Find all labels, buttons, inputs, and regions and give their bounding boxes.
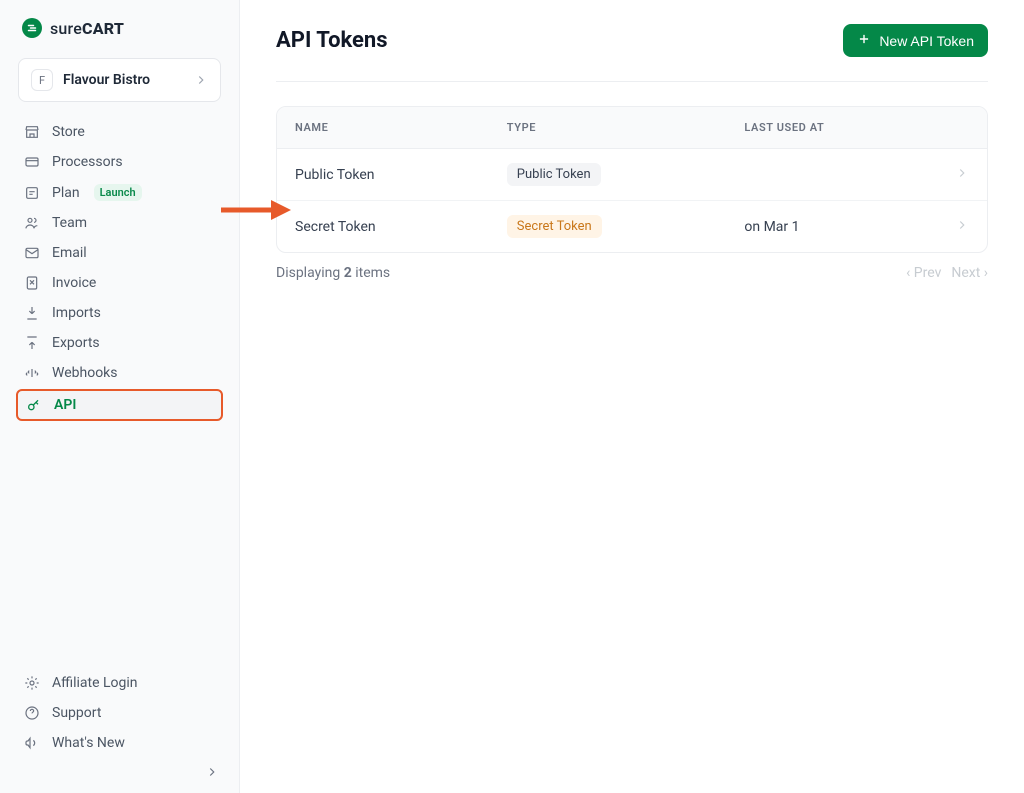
sidebar-item-email[interactable]: Email [16, 239, 223, 267]
token-last-used [726, 149, 937, 201]
page-header: API Tokens New API Token [276, 24, 988, 82]
sidebar-bottom-nav: Affiliate Login Support What's New [0, 669, 239, 757]
email-icon [24, 245, 40, 261]
token-type: Secret Token [489, 201, 727, 253]
chevron-right-icon [205, 765, 219, 779]
sidebar-item-plan[interactable]: Plan Launch [16, 178, 223, 207]
sidebar-item-affiliate[interactable]: Affiliate Login [16, 669, 223, 697]
brand: sureCART [0, 18, 239, 58]
main-content: API Tokens New API Token NAME TYPE LAST … [240, 0, 1024, 793]
sidebar-item-exports[interactable]: Exports [16, 329, 223, 357]
table-row[interactable]: Secret Token Secret Token on Mar 1 [277, 201, 987, 253]
sidebar-item-label: Exports [52, 335, 100, 351]
sidebar-item-label: Store [52, 124, 85, 140]
export-icon [24, 335, 40, 351]
row-chevron [937, 149, 987, 201]
plan-icon [24, 185, 40, 201]
token-type: Public Token [489, 149, 727, 201]
sidebar-item-label: Plan [52, 185, 80, 201]
displaying-count: Displaying 2 items [276, 265, 390, 281]
sidebar-item-label: Invoice [52, 275, 96, 291]
sidebar-item-imports[interactable]: Imports [16, 299, 223, 327]
sidebar-item-processors[interactable]: Processors [16, 148, 223, 176]
sidebar-nav: Store Processors Plan Launch Team Emai [0, 118, 239, 421]
affiliate-icon [24, 675, 40, 691]
sidebar-item-label: Webhooks [52, 365, 118, 381]
team-icon [24, 215, 40, 231]
page-title: API Tokens [276, 28, 388, 53]
sidebar-item-label: Email [52, 245, 87, 261]
pager: ‹ Prev Next › [906, 265, 988, 281]
sidebar-item-label: What's New [52, 735, 125, 751]
sidebar-item-label: Imports [52, 305, 101, 321]
sidebar-item-label: Processors [52, 154, 123, 170]
plus-icon [857, 32, 871, 49]
sidebar-item-support[interactable]: Support [16, 699, 223, 727]
sidebar-item-store[interactable]: Store [16, 118, 223, 146]
megaphone-icon [24, 735, 40, 751]
sidebar-item-invoice[interactable]: Invoice [16, 269, 223, 297]
sidebar-item-label: Affiliate Login [52, 675, 138, 691]
api-key-icon [26, 397, 42, 413]
invoice-icon [24, 275, 40, 291]
col-last-used: LAST USED AT [726, 107, 937, 149]
sidebar-item-label: API [54, 397, 76, 413]
support-icon [24, 705, 40, 721]
token-last-used: on Mar 1 [726, 201, 937, 253]
sidebar-item-whatsnew[interactable]: What's New [16, 729, 223, 757]
org-name: Flavour Bistro [63, 72, 184, 88]
pager-prev[interactable]: ‹ Prev [906, 265, 941, 281]
api-tokens-table: NAME TYPE LAST USED AT Public TokenPubli… [276, 106, 988, 253]
sidebar-footer[interactable] [0, 757, 239, 779]
sidebar: sureCART F Flavour Bistro Store Processo… [0, 0, 240, 793]
pager-next[interactable]: Next › [951, 265, 988, 281]
card-icon [24, 154, 40, 170]
webhook-icon [24, 365, 40, 381]
sidebar-item-label: Support [52, 705, 101, 721]
row-chevron [937, 201, 987, 253]
brand-mark-icon [22, 18, 42, 38]
table-footer: Displaying 2 items ‹ Prev Next › [276, 265, 988, 281]
sidebar-item-team[interactable]: Team [16, 209, 223, 237]
sidebar-item-api[interactable]: API [16, 389, 223, 421]
plan-badge: Launch [94, 184, 142, 201]
token-name: Public Token [277, 149, 489, 201]
token-name: Secret Token [277, 201, 489, 253]
type-badge: Secret Token [507, 215, 602, 238]
col-type: TYPE [489, 107, 727, 149]
sidebar-item-webhooks[interactable]: Webhooks [16, 359, 223, 387]
new-api-token-button[interactable]: New API Token [843, 24, 988, 57]
col-name: NAME [277, 107, 489, 149]
import-icon [24, 305, 40, 321]
sidebar-item-label: Team [52, 215, 87, 231]
col-action [937, 107, 987, 149]
org-switcher[interactable]: F Flavour Bistro [18, 58, 221, 102]
type-badge: Public Token [507, 163, 601, 186]
brand-text: sureCART [50, 19, 124, 38]
chevron-right-icon [194, 73, 208, 87]
store-icon [24, 124, 40, 140]
table-row[interactable]: Public Token Public Token [277, 149, 987, 201]
button-label: New API Token [879, 33, 974, 49]
org-avatar: F [31, 69, 53, 91]
